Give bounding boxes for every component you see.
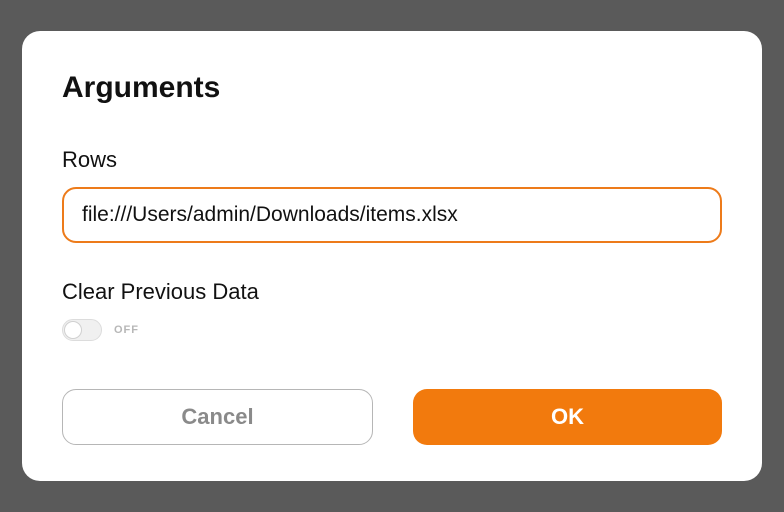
clear-previous-toggle[interactable] bbox=[62, 319, 102, 341]
clear-previous-field: Clear Previous Data OFF bbox=[62, 279, 722, 389]
rows-field: Rows bbox=[62, 147, 722, 243]
dialog-title: Arguments bbox=[62, 71, 722, 105]
clear-previous-label: Clear Previous Data bbox=[62, 279, 722, 305]
ok-button-label: OK bbox=[551, 404, 584, 430]
cancel-button[interactable]: Cancel bbox=[62, 389, 373, 445]
toggle-knob bbox=[64, 321, 82, 339]
rows-input[interactable] bbox=[62, 187, 722, 243]
rows-label: Rows bbox=[62, 147, 722, 173]
dialog-buttons: Cancel OK bbox=[62, 389, 722, 445]
arguments-dialog: Arguments Rows Clear Previous Data OFF C… bbox=[22, 31, 762, 481]
cancel-button-label: Cancel bbox=[181, 404, 253, 430]
ok-button[interactable]: OK bbox=[413, 389, 722, 445]
toggle-state-text: OFF bbox=[114, 324, 139, 336]
